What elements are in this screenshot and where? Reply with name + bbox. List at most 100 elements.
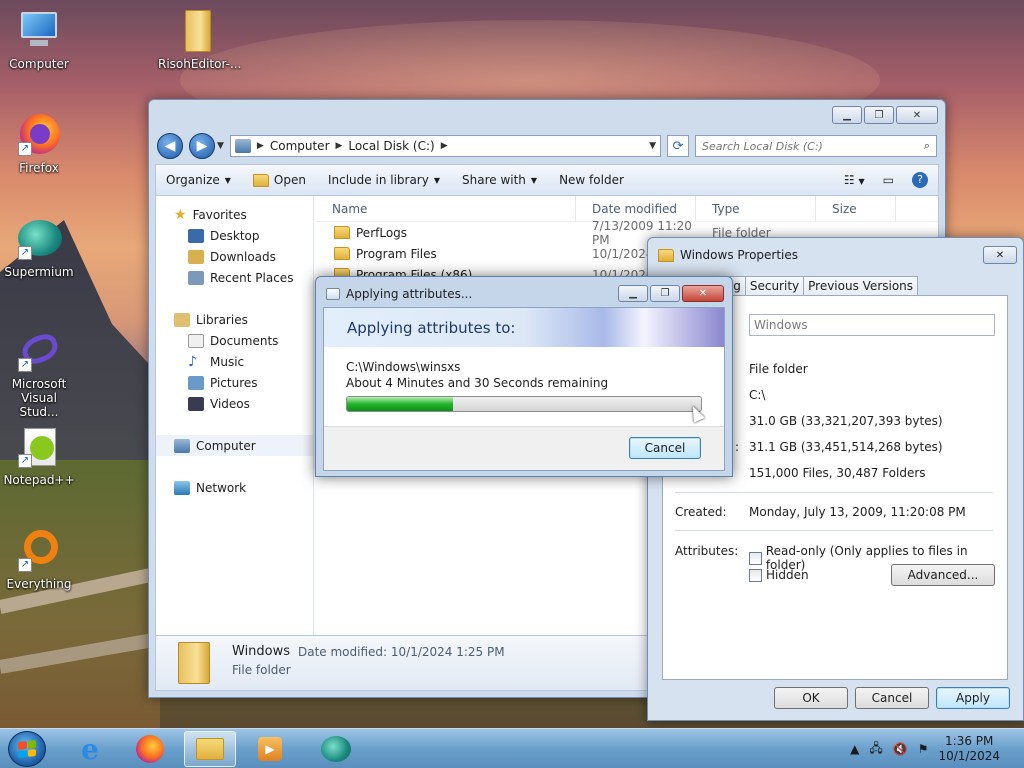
network-icon[interactable]: 🖧 bbox=[869, 739, 882, 760]
address-bar[interactable]: ▶ Computer ▶ Local Disk (C:) ▶ ▼ bbox=[229, 135, 661, 157]
contains-value: 151,000 Files, 30,487 Folders bbox=[749, 466, 926, 480]
desktop-icon-firefox[interactable]: ↗ Firefox bbox=[1, 112, 77, 175]
ok-button[interactable]: OK bbox=[774, 687, 848, 709]
organize-button[interactable]: Organize ▼ bbox=[166, 173, 231, 187]
preview-pane-icon[interactable]: ▭ bbox=[883, 173, 894, 187]
size-value: 31.0 GB (33,321,207,393 bytes) bbox=[749, 414, 943, 428]
start-button[interactable] bbox=[8, 731, 46, 767]
taskbar-firefox[interactable] bbox=[124, 731, 176, 767]
dialog-heading: Applying attributes to: bbox=[324, 308, 724, 347]
desktop-icon-supermium[interactable]: ↗ Supermium bbox=[1, 216, 77, 279]
search-input[interactable] bbox=[702, 139, 924, 153]
nav-videos[interactable]: Videos bbox=[156, 393, 313, 414]
cancel-button[interactable]: Cancel bbox=[629, 437, 701, 459]
nav-desktop[interactable]: Desktop bbox=[156, 225, 313, 246]
nav-pictures[interactable]: Pictures bbox=[156, 372, 313, 393]
nav-music[interactable]: ♪ Music bbox=[156, 351, 313, 372]
breadcrumb-separator[interactable]: ▶ bbox=[336, 141, 343, 151]
chevron-down-icon: ▼ bbox=[224, 175, 231, 185]
desktop-icon-notepadpp[interactable]: ↗ Notepad++ bbox=[1, 424, 77, 487]
breadcrumb-separator[interactable]: ▶ bbox=[441, 141, 448, 151]
network-icon bbox=[174, 480, 190, 495]
folder-icon bbox=[658, 248, 674, 262]
taskbar-explorer[interactable] bbox=[184, 731, 236, 767]
nav-recent-places[interactable]: Recent Places bbox=[156, 267, 313, 288]
music-icon: ♪ bbox=[188, 353, 197, 370]
firefox-icon: ↗ bbox=[16, 112, 62, 158]
forward-button[interactable]: ▶ bbox=[189, 133, 215, 159]
breadcrumb-separator[interactable]: ▶ bbox=[257, 141, 264, 151]
open-button[interactable]: Open bbox=[252, 173, 306, 187]
address-row: ◀ ▶ ▼ ▶ Computer ▶ Local Disk (C:) ▶ ▼ ⟳… bbox=[157, 132, 937, 160]
nav-documents[interactable]: Documents bbox=[156, 330, 313, 351]
chevron-down-icon: ▼ bbox=[433, 175, 440, 185]
tab-security[interactable]: Security bbox=[744, 276, 805, 295]
refresh-button[interactable]: ⟳ bbox=[667, 135, 689, 157]
created-value: Monday, July 13, 2009, 11:20:08 PM bbox=[749, 505, 966, 519]
maximize-button[interactable]: ❐ bbox=[650, 285, 680, 302]
taskbar-internet-explorer[interactable]: e bbox=[64, 731, 116, 767]
advanced-button[interactable]: Advanced... bbox=[891, 564, 995, 586]
nav-favorites[interactable]: ★ Favorites bbox=[156, 204, 313, 225]
desktop-icon-computer[interactable]: Computer bbox=[1, 8, 77, 71]
nav-computer[interactable]: Computer bbox=[156, 435, 313, 456]
attributes-label: Attributes: bbox=[675, 544, 739, 558]
computer-icon bbox=[16, 8, 62, 54]
windows-logo-icon bbox=[18, 740, 36, 758]
desktop-icon-risoheditor[interactable]: RisohEditor-... bbox=[158, 8, 241, 71]
breadcrumb-local-disk[interactable]: Local Disk (C:) bbox=[348, 139, 434, 153]
close-button[interactable]: ✕ bbox=[983, 246, 1017, 264]
visual-studio-icon: ↗ bbox=[16, 328, 62, 374]
media-player-icon: ▶ bbox=[258, 737, 282, 761]
recent-pages-dropdown[interactable]: ▼ bbox=[217, 141, 224, 151]
back-button[interactable]: ◀ bbox=[157, 133, 183, 159]
folder-icon bbox=[173, 8, 219, 54]
desktop-icon bbox=[188, 228, 204, 243]
show-hidden-icons-icon[interactable]: ▲ bbox=[850, 742, 859, 756]
address-dropdown[interactable]: ▼ bbox=[649, 141, 656, 151]
tab-previous-versions[interactable]: Previous Versions bbox=[803, 276, 919, 295]
notepadpp-icon: ↗ bbox=[16, 424, 62, 470]
forward-arrow-icon: ▶ bbox=[196, 138, 208, 154]
close-button[interactable]: ✕ bbox=[896, 106, 938, 124]
desktop-icon-visual-studio[interactable]: ↗ Microsoft Visual Stud... bbox=[1, 328, 77, 419]
new-folder-button[interactable]: New folder bbox=[559, 173, 624, 187]
apply-button[interactable]: Apply bbox=[936, 687, 1010, 709]
taskbar-supermium[interactable] bbox=[310, 731, 362, 767]
maximize-button[interactable]: ❐ bbox=[864, 106, 894, 124]
nav-libraries[interactable]: Libraries bbox=[156, 309, 313, 330]
share-with-button[interactable]: Share with ▼ bbox=[462, 173, 537, 187]
column-date-modified[interactable]: Date modified bbox=[576, 196, 696, 221]
action-center-flag-icon[interactable]: ⚑ bbox=[918, 742, 929, 756]
desktop-icon-everything[interactable]: ↗ Everything bbox=[1, 528, 77, 591]
nav-downloads[interactable]: Downloads bbox=[156, 246, 313, 267]
breadcrumb-computer[interactable]: Computer bbox=[270, 139, 330, 153]
column-type[interactable]: Type bbox=[696, 196, 816, 221]
internet-explorer-icon: e bbox=[81, 732, 99, 766]
volume-muted-icon[interactable]: 🔇 bbox=[893, 742, 908, 756]
videos-icon bbox=[188, 396, 204, 411]
search-icon: ⌕ bbox=[923, 139, 930, 152]
search-box[interactable]: ⌕ bbox=[695, 135, 937, 157]
size-on-disk-label: : bbox=[735, 440, 740, 454]
help-icon[interactable]: ? bbox=[912, 172, 928, 188]
hidden-checkbox[interactable]: Hidden bbox=[749, 568, 809, 582]
refresh-icon: ⟳ bbox=[672, 138, 684, 154]
recent-places-icon bbox=[188, 270, 204, 285]
everything-icon: ↗ bbox=[16, 528, 62, 574]
include-in-library-button[interactable]: Include in library ▼ bbox=[328, 173, 440, 187]
cancel-button[interactable]: Cancel bbox=[855, 687, 929, 709]
minimize-button[interactable]: ▁ bbox=[832, 106, 862, 124]
folder-name-input[interactable] bbox=[749, 314, 995, 336]
column-size[interactable]: Size bbox=[816, 196, 896, 221]
view-options-icon[interactable]: ☷ ▼ bbox=[844, 173, 865, 187]
clock[interactable]: 1:36 PM 10/1/2024 bbox=[938, 734, 1000, 764]
taskbar-media-player[interactable]: ▶ bbox=[244, 731, 296, 767]
system-tray: ▲ 🖧 🔇 ⚑ 1:36 PM 10/1/2024 bbox=[850, 729, 1024, 768]
column-name[interactable]: Name bbox=[316, 196, 576, 221]
close-button[interactable]: ✕ bbox=[682, 285, 724, 302]
nav-network[interactable]: Network bbox=[156, 477, 313, 498]
shortcut-arrow-icon: ↗ bbox=[18, 558, 32, 572]
minimize-button[interactable]: ▁ bbox=[618, 285, 648, 302]
details-date-modified: Date modified: 10/1/2024 1:25 PM bbox=[298, 645, 505, 659]
